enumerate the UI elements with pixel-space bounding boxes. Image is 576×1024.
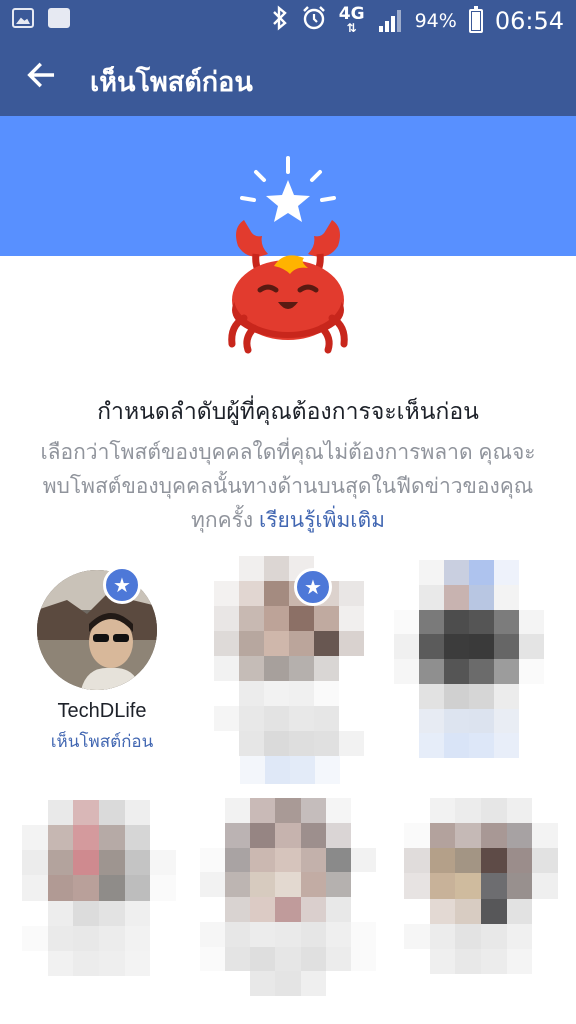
blurred-avatar xyxy=(214,556,364,756)
bluetooth-icon xyxy=(271,5,289,37)
intro-description: เลือกว่าโพสต์ของบุคคลใดที่คุณไม่ต้องการพ… xyxy=(30,436,546,538)
blurred-avatar xyxy=(404,798,558,974)
person-card-6[interactable] xyxy=(404,798,560,978)
see-first-star-icon: ★ xyxy=(103,566,141,604)
learn-more-link[interactable]: เรียนรู้เพิ่มเติม xyxy=(259,509,385,532)
see-first-star-icon: ★ xyxy=(294,568,332,606)
person-card-techdlife[interactable]: ★ TechDLife เห็นโพสต์ก่อน xyxy=(22,560,192,770)
person-card-3[interactable] xyxy=(394,560,554,760)
person-card-2[interactable]: ★ xyxy=(210,556,370,786)
back-arrow-icon xyxy=(27,62,55,88)
page-title: เห็นโพสต์ก่อน xyxy=(90,67,253,97)
intro-headline: กำหนดลำดับผู้ที่คุณต้องการจะเห็นก่อน xyxy=(97,398,479,424)
clock: 06:54 xyxy=(494,7,564,35)
blurred-label xyxy=(240,756,340,784)
signal-icon xyxy=(377,10,403,32)
blurred-avatar xyxy=(200,798,376,996)
alarm-icon xyxy=(301,5,327,37)
blurred-avatar xyxy=(394,560,544,758)
person-card-4[interactable] xyxy=(22,800,182,980)
crab-mascot-icon xyxy=(228,156,348,354)
app-bar: เห็นโพสต์ก่อน xyxy=(0,40,576,116)
back-button[interactable] xyxy=(24,58,64,98)
gallery-notification-icon xyxy=(12,8,34,28)
network-type: 4G ⇅ xyxy=(338,4,365,36)
blurred-avatar xyxy=(22,800,176,976)
see-first-status[interactable]: เห็นโพสต์ก่อน xyxy=(22,728,182,755)
status-bar: 4G ⇅ 94% 06:54 xyxy=(0,0,576,40)
briefcase-notification-icon xyxy=(48,8,70,28)
person-name: TechDLife xyxy=(57,700,147,722)
person-card-5[interactable] xyxy=(200,798,376,998)
battery-percent: 94% xyxy=(414,10,457,32)
battery-icon xyxy=(468,6,483,33)
